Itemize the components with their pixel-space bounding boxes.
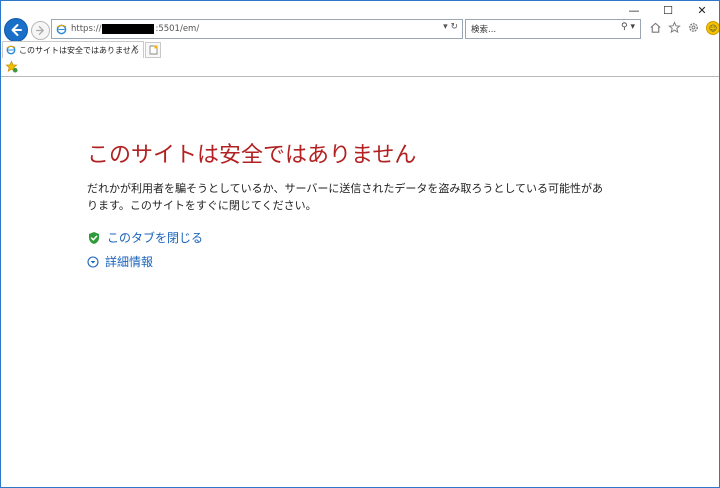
- page-title: このサイトは安全ではありません: [87, 143, 417, 168]
- new-tab-button[interactable]: [145, 42, 161, 58]
- close-tab-link[interactable]: このタブを閉じる: [87, 229, 203, 246]
- arrow-right-icon: [35, 25, 44, 36]
- details-link[interactable]: 詳細情報: [87, 253, 153, 270]
- favorites-star-icon[interactable]: [668, 21, 681, 34]
- navigation-bar: https:// :5501/em/ ▾ ↻ 検索... ⚲ ▾ ☺: [1, 17, 719, 42]
- ie-logo-icon: [6, 45, 16, 55]
- favorites-bar: [1, 58, 719, 77]
- feedback-smiley-icon[interactable]: ☺: [706, 21, 719, 35]
- new-tab-icon: [149, 45, 157, 55]
- green-shield-icon: [89, 231, 99, 244]
- ie-logo-icon: [56, 24, 67, 34]
- home-icon[interactable]: [649, 21, 662, 34]
- page-content: このサイトは安全ではありません だれかが利用者を騙そうとしているか、サーバーに送…: [1, 77, 719, 487]
- url-suffix: :5501/em/: [155, 24, 200, 34]
- tab-bar: このサイトは安全ではありません ✕: [1, 41, 719, 58]
- address-bar[interactable]: https:// :5501/em/ ▾ ↻: [51, 19, 463, 39]
- tab-title: このサイトは安全ではありません: [19, 45, 139, 55]
- browser-window: — ☐ ✕ https:// :5501/em/ ▾ ↻ 検索... ⚲ ▾ ☺…: [0, 0, 720, 488]
- tab-active[interactable]: このサイトは安全ではありません ✕: [2, 41, 144, 58]
- chevron-down-circle-icon: [87, 255, 99, 268]
- search-placeholder: 検索...: [471, 25, 497, 35]
- search-box[interactable]: 検索... ⚲ ▾: [465, 19, 641, 39]
- arrow-left-icon: [11, 24, 22, 36]
- url-prefix: https://: [71, 24, 102, 34]
- address-tools[interactable]: ▾ ↻: [443, 22, 458, 32]
- details-link-label: 詳細情報: [105, 255, 154, 269]
- search-tools[interactable]: ⚲ ▾: [621, 22, 635, 32]
- redacted-host: [102, 24, 155, 34]
- browser-tool-icons: ☺: [649, 21, 719, 35]
- close-tab-link-label: このタブを閉じる: [107, 231, 204, 245]
- settings-gear-icon[interactable]: [687, 21, 700, 34]
- back-button[interactable]: [4, 18, 28, 42]
- forward-button[interactable]: [31, 21, 50, 40]
- tab-close-icon[interactable]: ✕: [131, 44, 139, 54]
- warning-description: だれかが利用者を騙そうとしているか、サーバーに送信されたデータを盗み取ろうとして…: [87, 182, 604, 212]
- add-favorite-star-icon[interactable]: [5, 60, 18, 73]
